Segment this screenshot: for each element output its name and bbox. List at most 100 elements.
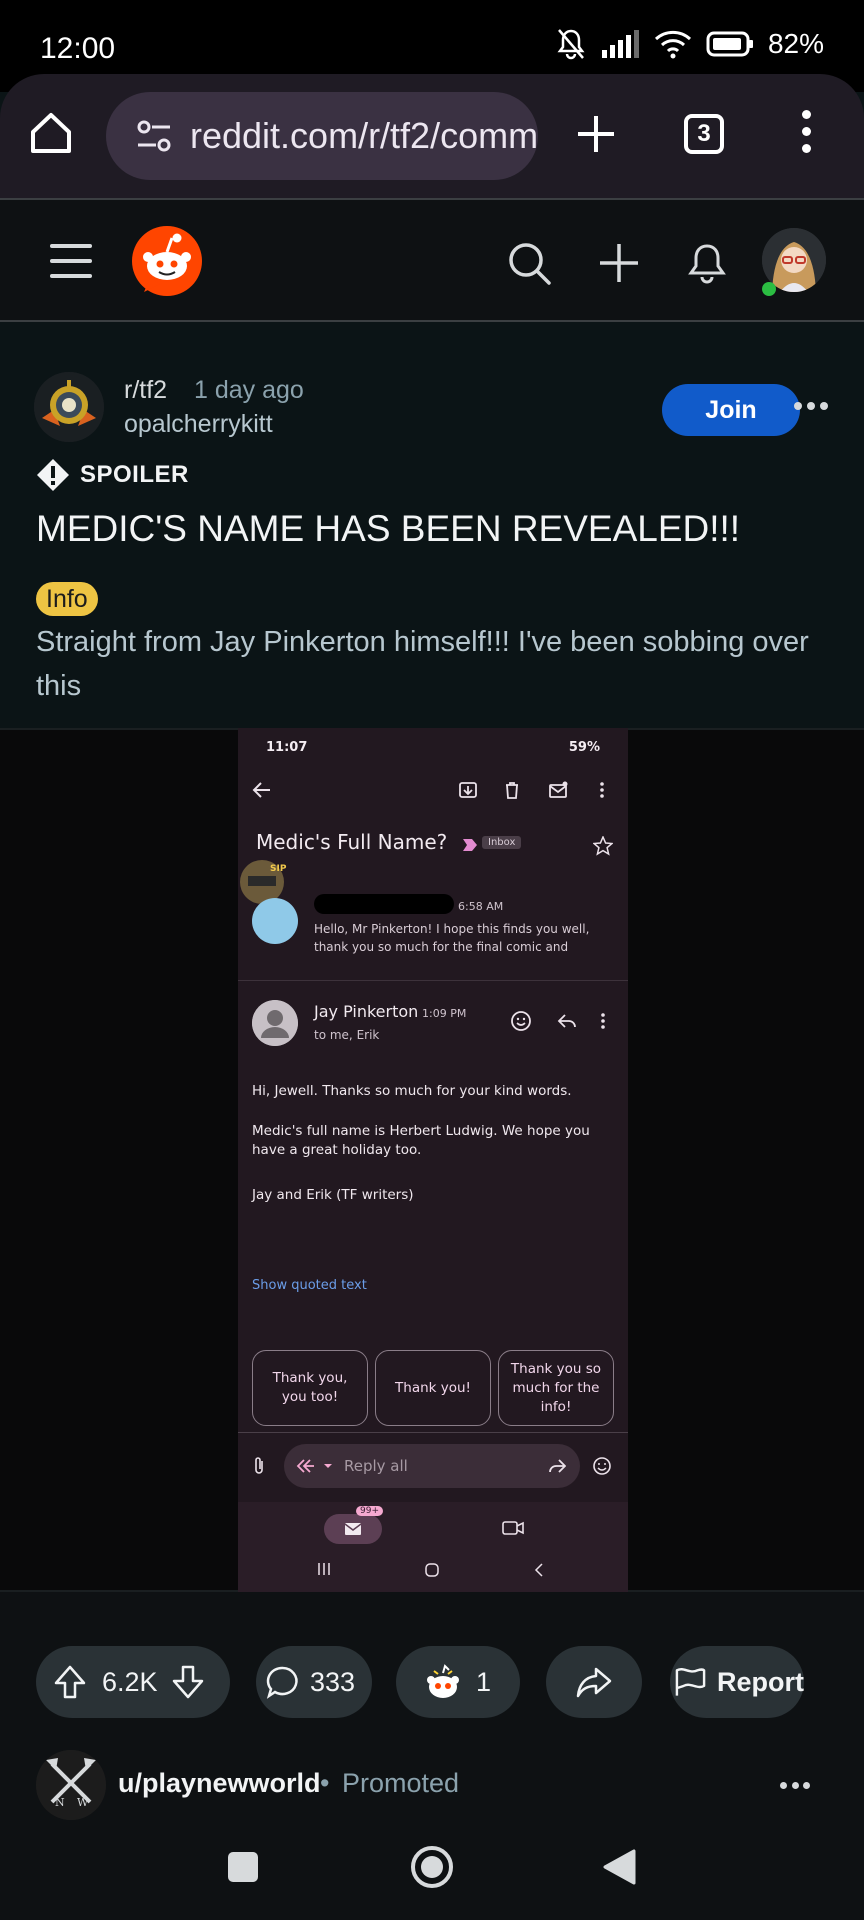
promoted-overflow-menu-icon[interactable] [780,1782,810,1790]
url-text: reddit.com/r/tf2/comm [190,115,538,156]
post-body-text: Straight from Jay Pinkerton himself!!! I… [36,626,809,702]
share-arrow-icon [576,1667,612,1698]
inbox-label: Inbox [482,836,522,849]
browser-toolbar: reddit.com/r/tf2/comm 3 [0,74,864,198]
screenshot-email-toolbar [238,764,628,816]
smart-reply-chip: Thank you, you too! [252,1350,368,1426]
spoiler-alert-icon [37,459,69,491]
signal-icon [601,30,639,58]
post-title: MEDIC'S NAME HAS BEEN REVEALED!!! [36,508,741,549]
subreddit-name[interactable]: r/tf2 [124,376,167,405]
email-body-line: Jay and Erik (TF writers) [252,1187,414,1203]
reddit-header [0,198,864,322]
menu-icon[interactable] [50,244,92,278]
browser-menu-icon[interactable] [796,110,816,156]
mark-unread-icon [549,781,568,798]
sender-avatar-icon [252,1000,298,1046]
attach-icon [255,1457,263,1474]
smart-reply-chip: Thank you! [375,1350,491,1426]
emoji-reaction-icon [511,1011,531,1031]
email-subject: Medic's Full Name? [256,830,448,854]
show-quoted-text-link: Show quoted text [252,1278,367,1293]
reply-bar-divider [238,1432,628,1433]
reddit-logo-icon[interactable] [130,224,204,298]
mail-icon [344,1523,362,1535]
status-icons: 82% [556,28,824,60]
recents-button-icon[interactable] [228,1852,258,1882]
more-vert-icon [600,782,604,798]
new-tab-icon[interactable] [574,112,618,156]
url-bar[interactable]: reddit.com/r/tf2/comm [106,92,538,180]
mail-tab [324,1514,382,1544]
email-body-line: Medic's full name is Herbert Ludwig. We … [252,1123,590,1158]
comment-bubble-icon [266,1666,298,1699]
advertiser-username[interactable]: u/playnewworld [118,1768,321,1799]
search-icon[interactable] [506,240,552,286]
promoted-post-header: N W u/playnewworld • Promoted [0,1744,864,1828]
post-age: 1 day ago [194,376,304,404]
mute-bell-icon [557,29,585,60]
redacted-sender [314,894,454,914]
advertiser-logo-letter: W [77,1796,89,1809]
award-icon [427,1664,459,1698]
wifi-icon [654,30,691,59]
post-overflow-menu-icon[interactable] [794,402,828,412]
post-image-email-screenshot[interactable]: 11:07 59% Medic's Full Name? Inbox SIP 6… [238,728,628,1592]
tab-switcher-button[interactable]: 3 [684,114,724,154]
online-status-dot [762,282,776,296]
crossed-axes-logo-icon [36,1750,106,1820]
downvote-icon[interactable] [172,1665,204,1699]
home-icon[interactable] [28,110,74,156]
report-button[interactable]: Report [670,1646,804,1718]
comments-button[interactable]: 333 [256,1646,372,1718]
meet-video-icon [502,1521,524,1535]
flag-icon [675,1668,706,1696]
reply-all-placeholder: Reply all [344,1457,408,1475]
home-button-icon[interactable] [410,1845,454,1889]
advertiser-avatar[interactable]: N W [36,1750,106,1820]
android-navigation-bar [0,1828,864,1920]
create-post-icon[interactable] [596,240,642,286]
screenshot-status-time: 11:07 [266,740,308,755]
gmail-bottom-nav [238,1502,628,1592]
first-sender-avatar [252,898,298,944]
post-author[interactable]: opalcherrykitt [124,410,273,439]
email-body-line: Hi, Jewell. Thanks so much for your kind… [252,1083,572,1099]
site-settings-icon[interactable] [134,116,174,156]
post-meta: r/tf2 1 day ago opalcherrykitt Join [34,372,834,444]
emoji-icon [593,1457,611,1475]
back-nav-icon [534,1563,543,1577]
back-arrow-icon [252,782,270,798]
reply-icon [557,1014,576,1028]
upvote-icon[interactable] [54,1665,86,1699]
important-marker-icon [463,839,477,851]
award-count: 1 [476,1666,492,1697]
subreddit-icon[interactable] [34,372,104,442]
spoiler-label: SPOILER [80,461,189,488]
recents-icon [318,1563,330,1575]
upvote-count: 6.2K [102,1666,158,1697]
delete-icon [506,782,518,799]
smart-reply-chip: Thank you so much for the info! [498,1350,614,1426]
message-more-icon [601,1013,605,1029]
award-button[interactable]: 1 [396,1646,520,1718]
status-time: 12:00 [40,32,116,65]
post-flair[interactable]: Info [36,582,98,616]
first-message-time: 6:58 AM [458,900,504,913]
back-button-icon[interactable] [602,1848,636,1886]
message-divider [238,980,628,981]
home-nav-icon [425,1563,439,1577]
battery-icon [706,31,753,57]
forward-icon [549,1459,566,1473]
recipients: to me, Erik [314,1028,380,1042]
join-button[interactable]: Join [662,384,800,436]
notifications-bell-icon[interactable] [684,240,730,286]
sender-name: Jay Pinkerton [314,1002,419,1021]
screenshot-status-bar: 11:07 59% [238,728,628,764]
screenshot-battery: 59% [568,740,600,755]
share-button[interactable] [546,1646,642,1718]
vote-control: 6.2K [36,1646,230,1718]
first-message-snippet: Hello, Mr Pinkerton! I hope this finds y… [314,922,590,954]
archive-icon [459,782,477,798]
advertiser-logo-letter: N [55,1796,65,1809]
